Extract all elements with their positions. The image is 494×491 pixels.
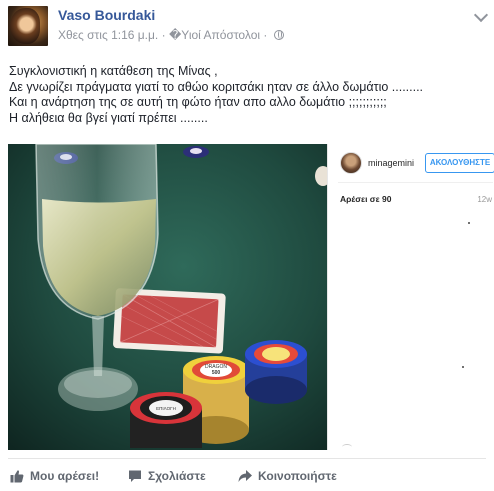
instagram-sidebar: minagemini ΑΚΟΛΟΥΘΗΣΤΕ Αρέσει σε 90 12w [327, 144, 494, 450]
chip-label: ΕΠΙΛΟΓΗ [156, 406, 176, 411]
chip-label: 500 [212, 370, 221, 376]
share-icon [238, 470, 252, 482]
poker-scene-image: DRAGON 500 ΕΠΙΛΟΓΗ [8, 144, 327, 450]
post-text-line: Συγκλονιστική η κατάθεση της Μίνας , [9, 64, 218, 78]
dot [468, 222, 470, 224]
post-timestamp[interactable]: Χθες στις 1:16 μ.μ. [58, 28, 158, 42]
post-text-line: Και η ανάρτηση της σε αυτή τη φώτο ήταν … [9, 95, 387, 109]
comment-icon [129, 470, 141, 482]
instagram-username[interactable]: minagemini [368, 158, 414, 168]
comment-button[interactable]: Σχολιάστε [128, 466, 206, 486]
post-header: Vaso Bourdaki Χθες στις 1:16 μ.μ. · �Υιο… [8, 6, 489, 50]
author-avatar[interactable] [8, 6, 48, 46]
instagram-avatar[interactable] [340, 152, 362, 174]
meta-separator: · [161, 28, 166, 42]
globe-icon[interactable] [273, 30, 284, 40]
post-actions: Μου αρέσει! Σχολιάστε Κοινοποιήστε [8, 466, 486, 486]
post-photo[interactable]: DRAGON 500 ΕΠΙΛΟΓΗ [8, 144, 327, 450]
follow-button[interactable]: ΑΚΟΛΟΥΘΗΣΤΕ [425, 153, 494, 173]
author-name[interactable]: Vaso Bourdaki [58, 7, 155, 23]
thumbs-up-icon [10, 470, 24, 483]
post-age: 12w [477, 195, 492, 204]
like-button[interactable]: Μου αρέσει! [10, 466, 99, 486]
post-text-line: Δε γνωρίζει πράγματα γιατί το αθώο κοριτ… [9, 79, 424, 94]
share-button[interactable]: Κοινοποιήστε [238, 466, 337, 486]
post-location[interactable]: �Υιοί Απόστολοι [169, 28, 260, 42]
post-text: Συγκλονιστική η κατάθεση της Μίνας , Δε … [9, 64, 485, 126]
dot [462, 366, 464, 368]
chevron-down-icon[interactable] [473, 7, 489, 23]
post-text-line: Η αλήθεια θα βγεί γιατί πρέπει ........ [9, 110, 208, 125]
instagram-header: minagemini ΑΚΟΛΟΥΘΗΣΤΕ [328, 150, 494, 178]
share-label: Κοινοποιήστε [258, 469, 337, 483]
divider [338, 182, 493, 183]
meta-separator: · [263, 28, 268, 42]
likes-count[interactable]: Αρέσει σε 90 [340, 194, 391, 204]
facebook-post: Vaso Bourdaki Χθες στις 1:16 μ.μ. · �Υιο… [0, 0, 494, 491]
divider [8, 458, 486, 459]
instagram-embed[interactable]: DRAGON 500 ΕΠΙΛΟΓΗ minagemini ΑΚΟΛΟΥΘΗΣΤ… [8, 144, 494, 450]
comment-label: Σχολιάστε [148, 469, 206, 483]
heart-icon[interactable] [342, 444, 352, 450]
post-meta: Χθες στις 1:16 μ.μ. · �Υιοί Απόστολοι · [58, 28, 284, 42]
like-label: Μου αρέσει! [30, 469, 100, 483]
